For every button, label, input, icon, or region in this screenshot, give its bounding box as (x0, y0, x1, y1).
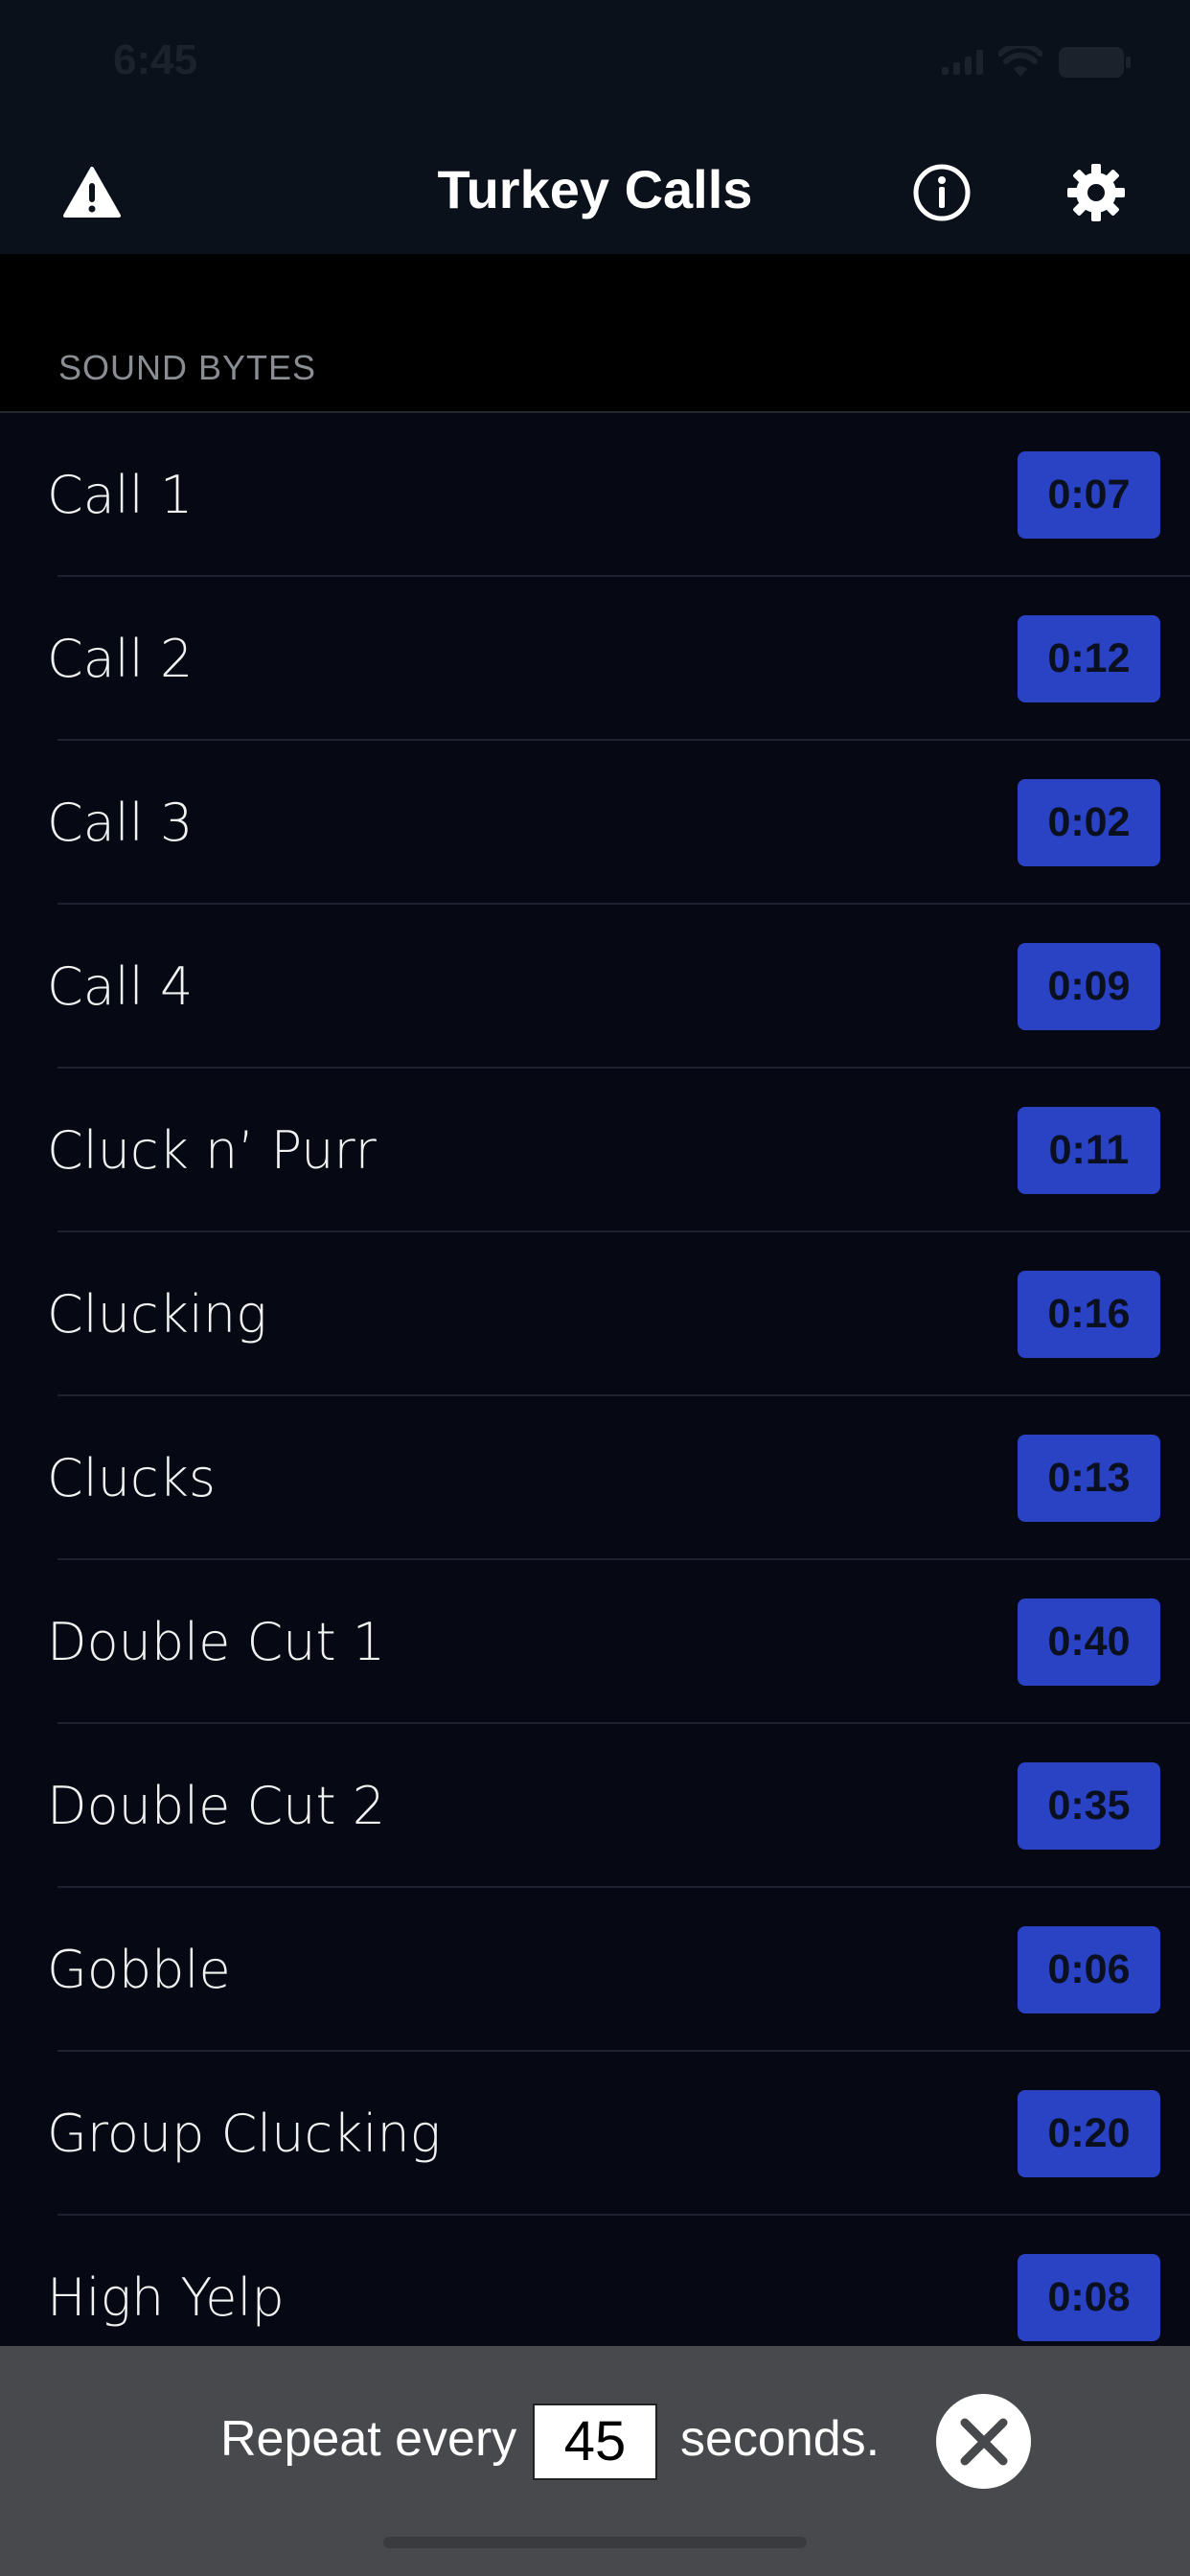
wifi-icon (998, 46, 1042, 77)
sound-name: Call 1 (47, 465, 194, 525)
battery-icon (1059, 47, 1131, 78)
sound-name: Double Cut 1 (47, 1612, 386, 1672)
list-item[interactable]: Clucks 0:13 (0, 1396, 1190, 1560)
duration-badge[interactable]: 0:06 (1018, 1926, 1160, 2013)
list-item[interactable]: Clucking 0:16 (0, 1232, 1190, 1396)
sound-name: Call 2 (47, 629, 194, 689)
list-item[interactable]: Cluck n’ Purr 0:11 (0, 1069, 1190, 1232)
navigation-bar: Turkey Calls (0, 129, 1190, 254)
sound-name: Double Cut 2 (47, 1776, 386, 1836)
close-button[interactable] (936, 2394, 1031, 2489)
sound-list: Call 1 0:07 Call 2 0:12 Call 3 0:02 Call… (0, 413, 1190, 2380)
list-item[interactable]: Group Clucking 0:20 (0, 2052, 1190, 2216)
close-icon (960, 2418, 1007, 2465)
list-item[interactable]: Double Cut 2 0:35 (0, 1724, 1190, 1888)
list-item[interactable]: Call 1 0:07 (0, 413, 1190, 577)
home-indicator (383, 2537, 807, 2548)
status-indicators (942, 46, 1133, 79)
duration-badge[interactable]: 0:20 (1018, 2090, 1160, 2177)
list-item[interactable]: Call 2 0:12 (0, 577, 1190, 741)
repeat-prefix-label: Repeat every (220, 2411, 517, 2467)
status-bar: 6:45 (0, 0, 1190, 129)
duration-badge[interactable]: 0:08 (1018, 2254, 1160, 2341)
duration-badge[interactable]: 0:07 (1018, 451, 1160, 539)
info-icon[interactable] (907, 158, 976, 227)
sound-name: Cluck n’ Purr (47, 1120, 377, 1181)
list-item[interactable]: Call 3 0:02 (0, 741, 1190, 905)
list-item[interactable]: Call 4 0:09 (0, 905, 1190, 1069)
section-header: SOUND BYTES (58, 348, 317, 387)
repeat-interval-input[interactable]: 45 (533, 2404, 657, 2480)
sound-name: Group Clucking (47, 2104, 442, 2164)
sound-name: Call 3 (47, 793, 194, 853)
duration-badge[interactable]: 0:11 (1018, 1107, 1160, 1194)
repeat-suffix-label: seconds. (680, 2411, 881, 2467)
duration-badge[interactable]: 0:09 (1018, 943, 1160, 1030)
sound-name: Call 4 (47, 956, 194, 1017)
list-item[interactable]: Double Cut 1 0:40 (0, 1560, 1190, 1724)
sound-name: Clucking (47, 1284, 267, 1345)
duration-badge[interactable]: 0:40 (1018, 1598, 1160, 1686)
gear-icon[interactable] (1062, 158, 1131, 227)
cellular-signal-icon (942, 50, 983, 75)
status-time: 6:45 (113, 36, 198, 83)
duration-badge[interactable]: 0:16 (1018, 1271, 1160, 1358)
page-title: Turkey Calls (437, 159, 753, 219)
duration-badge[interactable]: 0:13 (1018, 1435, 1160, 1522)
sound-name: Gobble (47, 1940, 231, 2000)
duration-badge[interactable]: 0:02 (1018, 779, 1160, 866)
duration-badge[interactable]: 0:12 (1018, 615, 1160, 702)
duration-badge[interactable]: 0:35 (1018, 1762, 1160, 1850)
list-item[interactable]: Gobble 0:06 (0, 1888, 1190, 2052)
sound-name: Clucks (47, 1448, 217, 1508)
section-header-band (0, 254, 1190, 412)
